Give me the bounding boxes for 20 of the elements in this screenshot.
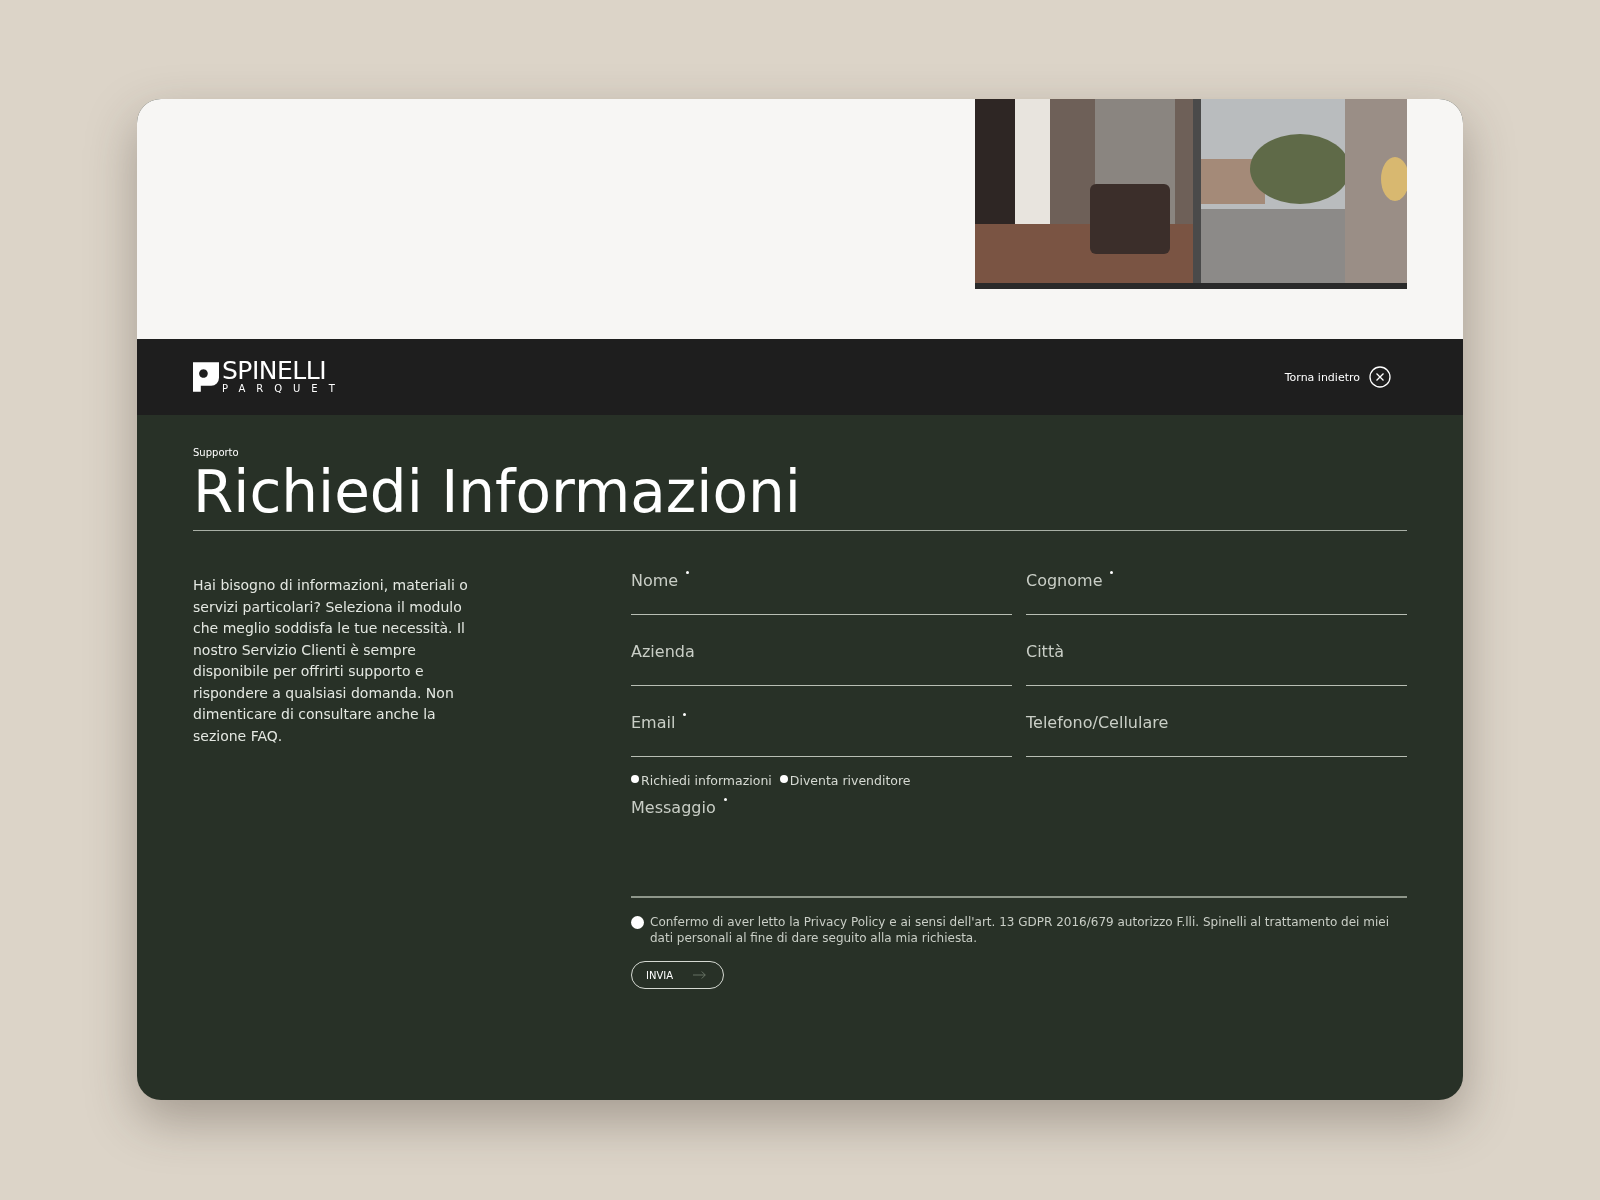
consent-checkbox[interactable] xyxy=(631,916,644,929)
logo-icon xyxy=(193,360,219,394)
intro-paragraph: Hai bisogno di informazioni, materiali o servizi particolari? Seleziona il modulo che meglio soddisfa le tue necessità. Il nostro Servizio Clienti è sempre disponibile per offrirti supporto e rispondere a qualsiasi domanda. Non dimenticare di consultare anche la sezione FAQ. xyxy=(193,576,469,746)
input-field[interactable]: Città xyxy=(1026,638,1407,686)
section-label: Supporto xyxy=(193,447,240,458)
consent-text: Confermo di aver letto la Privacy Policy e ai sensi dell'art. 13 GDPR 2016/679 autorizzo F.lli. Spinelli al trattamento dei miei dati personali al fine di dare seguito alla mia richiesta. xyxy=(650,914,1390,946)
brand-tagline: PARQUET xyxy=(222,383,346,395)
page-title: Richiedi Informazioni xyxy=(193,458,1407,531)
input-field[interactable]: Cognome xyxy=(1026,567,1407,615)
input-field[interactable]: Email xyxy=(631,709,1012,757)
back-link[interactable]: Torna indietro xyxy=(1284,366,1391,388)
brand-name: SPINELLI xyxy=(222,359,327,383)
close-icon xyxy=(1369,366,1391,388)
input-field[interactable]: Telefono/Cellulare xyxy=(1026,709,1407,757)
radio-option[interactable]: Diventa rivenditore xyxy=(779,773,911,788)
input-field[interactable]: Nome xyxy=(631,567,1012,615)
message-field[interactable]: Messaggio xyxy=(631,798,1407,898)
arrow-icon xyxy=(693,970,708,980)
radio-option[interactable]: Richiedi informazioni xyxy=(631,773,772,788)
input-field[interactable]: Azienda xyxy=(631,638,1012,686)
